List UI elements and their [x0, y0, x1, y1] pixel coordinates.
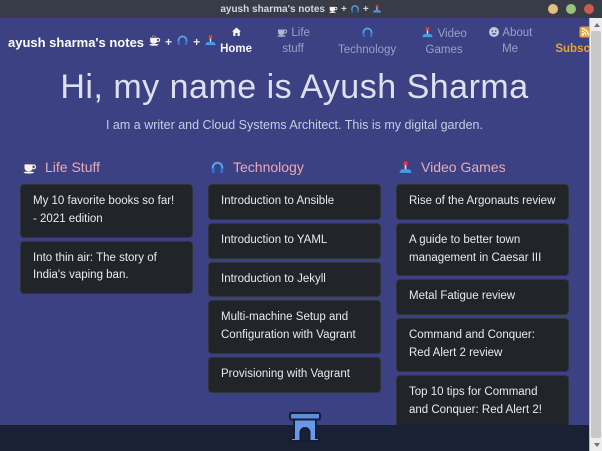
- post-link[interactable]: Metal Fatigue review: [396, 279, 569, 316]
- post-link[interactable]: A guide to better town management in Cae…: [396, 222, 569, 277]
- window-controls: [548, 4, 594, 14]
- joystick-icon: [204, 34, 217, 50]
- column-header-life-stuff: Life Stuff: [20, 159, 193, 175]
- minimize-button[interactable]: [548, 4, 558, 14]
- nav-item-about-me[interactable]: About Me: [485, 26, 535, 57]
- page-subtitle: I am a writer and Cloud Systems Architec…: [105, 118, 483, 133]
- joystick-icon: [372, 4, 382, 14]
- headphones-icon: [350, 4, 360, 14]
- nav-item-technology[interactable]: Technology: [331, 26, 403, 58]
- coffee-icon: [22, 160, 37, 175]
- post-link[interactable]: Introduction to YAML: [208, 222, 381, 259]
- headphones-icon: [361, 27, 374, 40]
- nav-item-life-stuff[interactable]: Life stuff: [272, 26, 314, 57]
- window-titlebar: ayush sharma's notes + +: [0, 0, 602, 18]
- scroll-up-arrow[interactable]: [590, 18, 602, 31]
- post-columns: Life Stuff My 10 favorite books so far! …: [0, 159, 589, 432]
- post-link[interactable]: Command and Conquer: Red Alert 2 review: [396, 318, 569, 372]
- column-header-technology: Technology: [208, 159, 381, 175]
- maximize-button[interactable]: [566, 4, 576, 14]
- headphones-icon: [210, 160, 225, 175]
- post-link[interactable]: Introduction to Ansible: [208, 184, 381, 220]
- arch-icon[interactable]: [287, 412, 323, 447]
- smiley-icon: [488, 27, 500, 39]
- scrollbar-thumb[interactable]: [591, 31, 601, 438]
- column-header-video-games: Video Games: [396, 159, 569, 175]
- column-life-stuff: Life Stuff My 10 favorite books so far! …: [20, 159, 193, 432]
- coffee-icon: [328, 4, 338, 14]
- vertical-scrollbar[interactable]: [589, 18, 602, 451]
- joystick-icon: [421, 27, 434, 40]
- nav-item-video-games[interactable]: Video Games: [420, 26, 468, 58]
- post-link[interactable]: Provisioning with Vagrant: [208, 357, 381, 393]
- scroll-down-arrow[interactable]: [590, 438, 602, 451]
- post-link[interactable]: My 10 favorite books so far! - 2021 edit…: [20, 184, 193, 238]
- nav-menu: Home Life stuff Technology Video Games A…: [217, 26, 589, 58]
- joystick-icon: [398, 160, 413, 175]
- post-link[interactable]: Introduction to Jekyll: [208, 261, 381, 298]
- post-link[interactable]: Top 10 tips for Command and Conquer: Red…: [396, 374, 569, 429]
- webpage: ayush sharma's notes + + Home Life stuff…: [0, 18, 589, 451]
- post-link[interactable]: Multi-machine Setup and Configuration wi…: [208, 300, 381, 355]
- window-title: ayush sharma's notes + +: [220, 4, 381, 15]
- column-technology: Technology Introduction to Ansible Intro…: [208, 159, 381, 432]
- home-icon: [230, 27, 243, 39]
- site-brand[interactable]: ayush sharma's notes + +: [8, 26, 217, 50]
- post-link[interactable]: Rise of the Argonauts review: [396, 184, 569, 220]
- page-footer: [0, 412, 589, 451]
- nav-item-subscribe[interactable]: Subscribe!: [552, 26, 589, 57]
- site-navbar: ayush sharma's notes + + Home Life stuff…: [0, 18, 589, 60]
- rss-icon: [579, 26, 589, 39]
- column-video-games: Video Games Rise of the Argonauts review…: [396, 159, 569, 432]
- nav-item-home[interactable]: Home: [217, 26, 255, 57]
- page-title: Hi, my name is Ayush Sharma: [60, 68, 529, 107]
- hero-section: Hi, my name is Ayush Sharma I am a write…: [0, 68, 589, 132]
- coffee-icon: [276, 27, 288, 39]
- close-button[interactable]: [584, 4, 594, 14]
- headphones-icon: [176, 34, 189, 50]
- coffee-icon: [148, 34, 161, 50]
- post-link[interactable]: Into thin air: The story of India's vapi…: [20, 240, 193, 295]
